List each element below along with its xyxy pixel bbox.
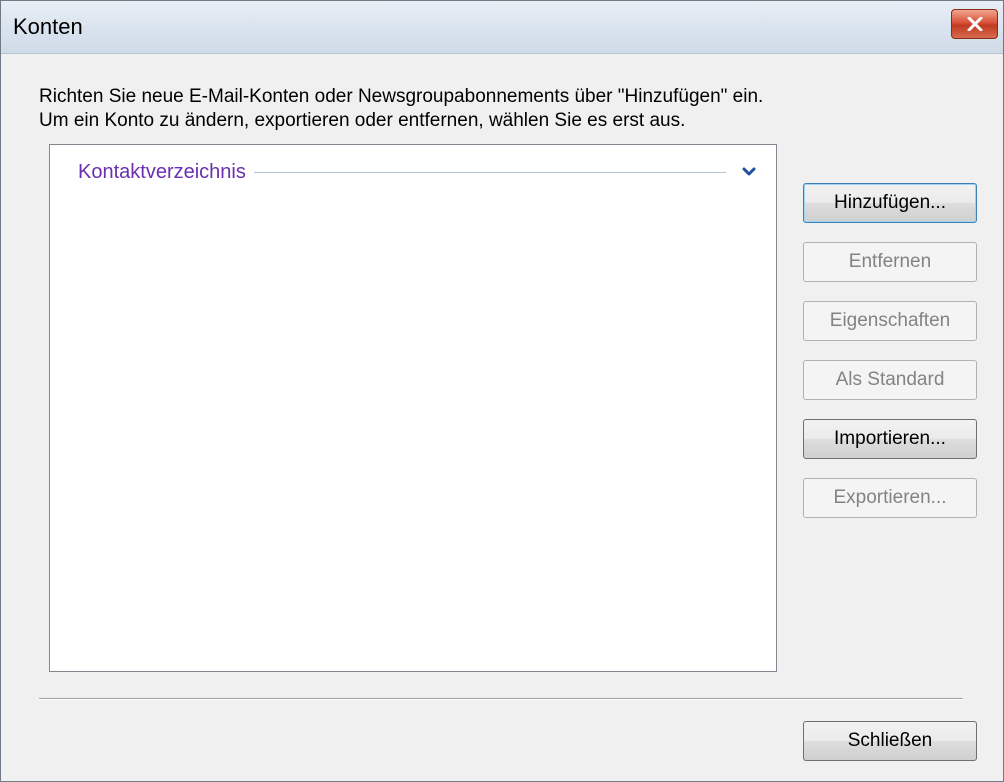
- remove-button[interactable]: Entfernen: [803, 242, 977, 282]
- group-label: Kontaktverzeichnis: [78, 160, 246, 183]
- footer-separator: [39, 698, 963, 700]
- group-divider: [253, 171, 726, 173]
- import-button[interactable]: Importieren...: [803, 419, 977, 459]
- title-bar[interactable]: Konten: [1, 1, 1003, 54]
- description-line-1: Richten Sie neue E-Mail-Konten oder News…: [39, 86, 764, 107]
- export-button[interactable]: Exportieren...: [803, 478, 977, 518]
- dialog-description: Richten Sie neue E-Mail-Konten oder News…: [39, 85, 763, 133]
- set-default-button[interactable]: Als Standard: [803, 360, 977, 400]
- close-icon: [967, 17, 983, 31]
- accounts-list[interactable]: Kontaktverzeichnis: [49, 144, 777, 672]
- accounts-dialog: Konten Richten Sie neue E-Mail-Konten od…: [0, 0, 1004, 782]
- window-close-button[interactable]: [951, 9, 998, 39]
- description-line-2: Um ein Konto zu ändern, exportieren oder…: [39, 110, 686, 131]
- close-button[interactable]: Schließen: [803, 721, 977, 761]
- properties-button[interactable]: Eigenschaften: [803, 301, 977, 341]
- window-title: Konten: [13, 14, 83, 39]
- chevron-down-icon[interactable]: [742, 166, 756, 178]
- add-button[interactable]: Hinzufügen...: [803, 183, 977, 223]
- group-header-kontaktverzeichnis[interactable]: Kontaktverzeichnis: [78, 157, 756, 187]
